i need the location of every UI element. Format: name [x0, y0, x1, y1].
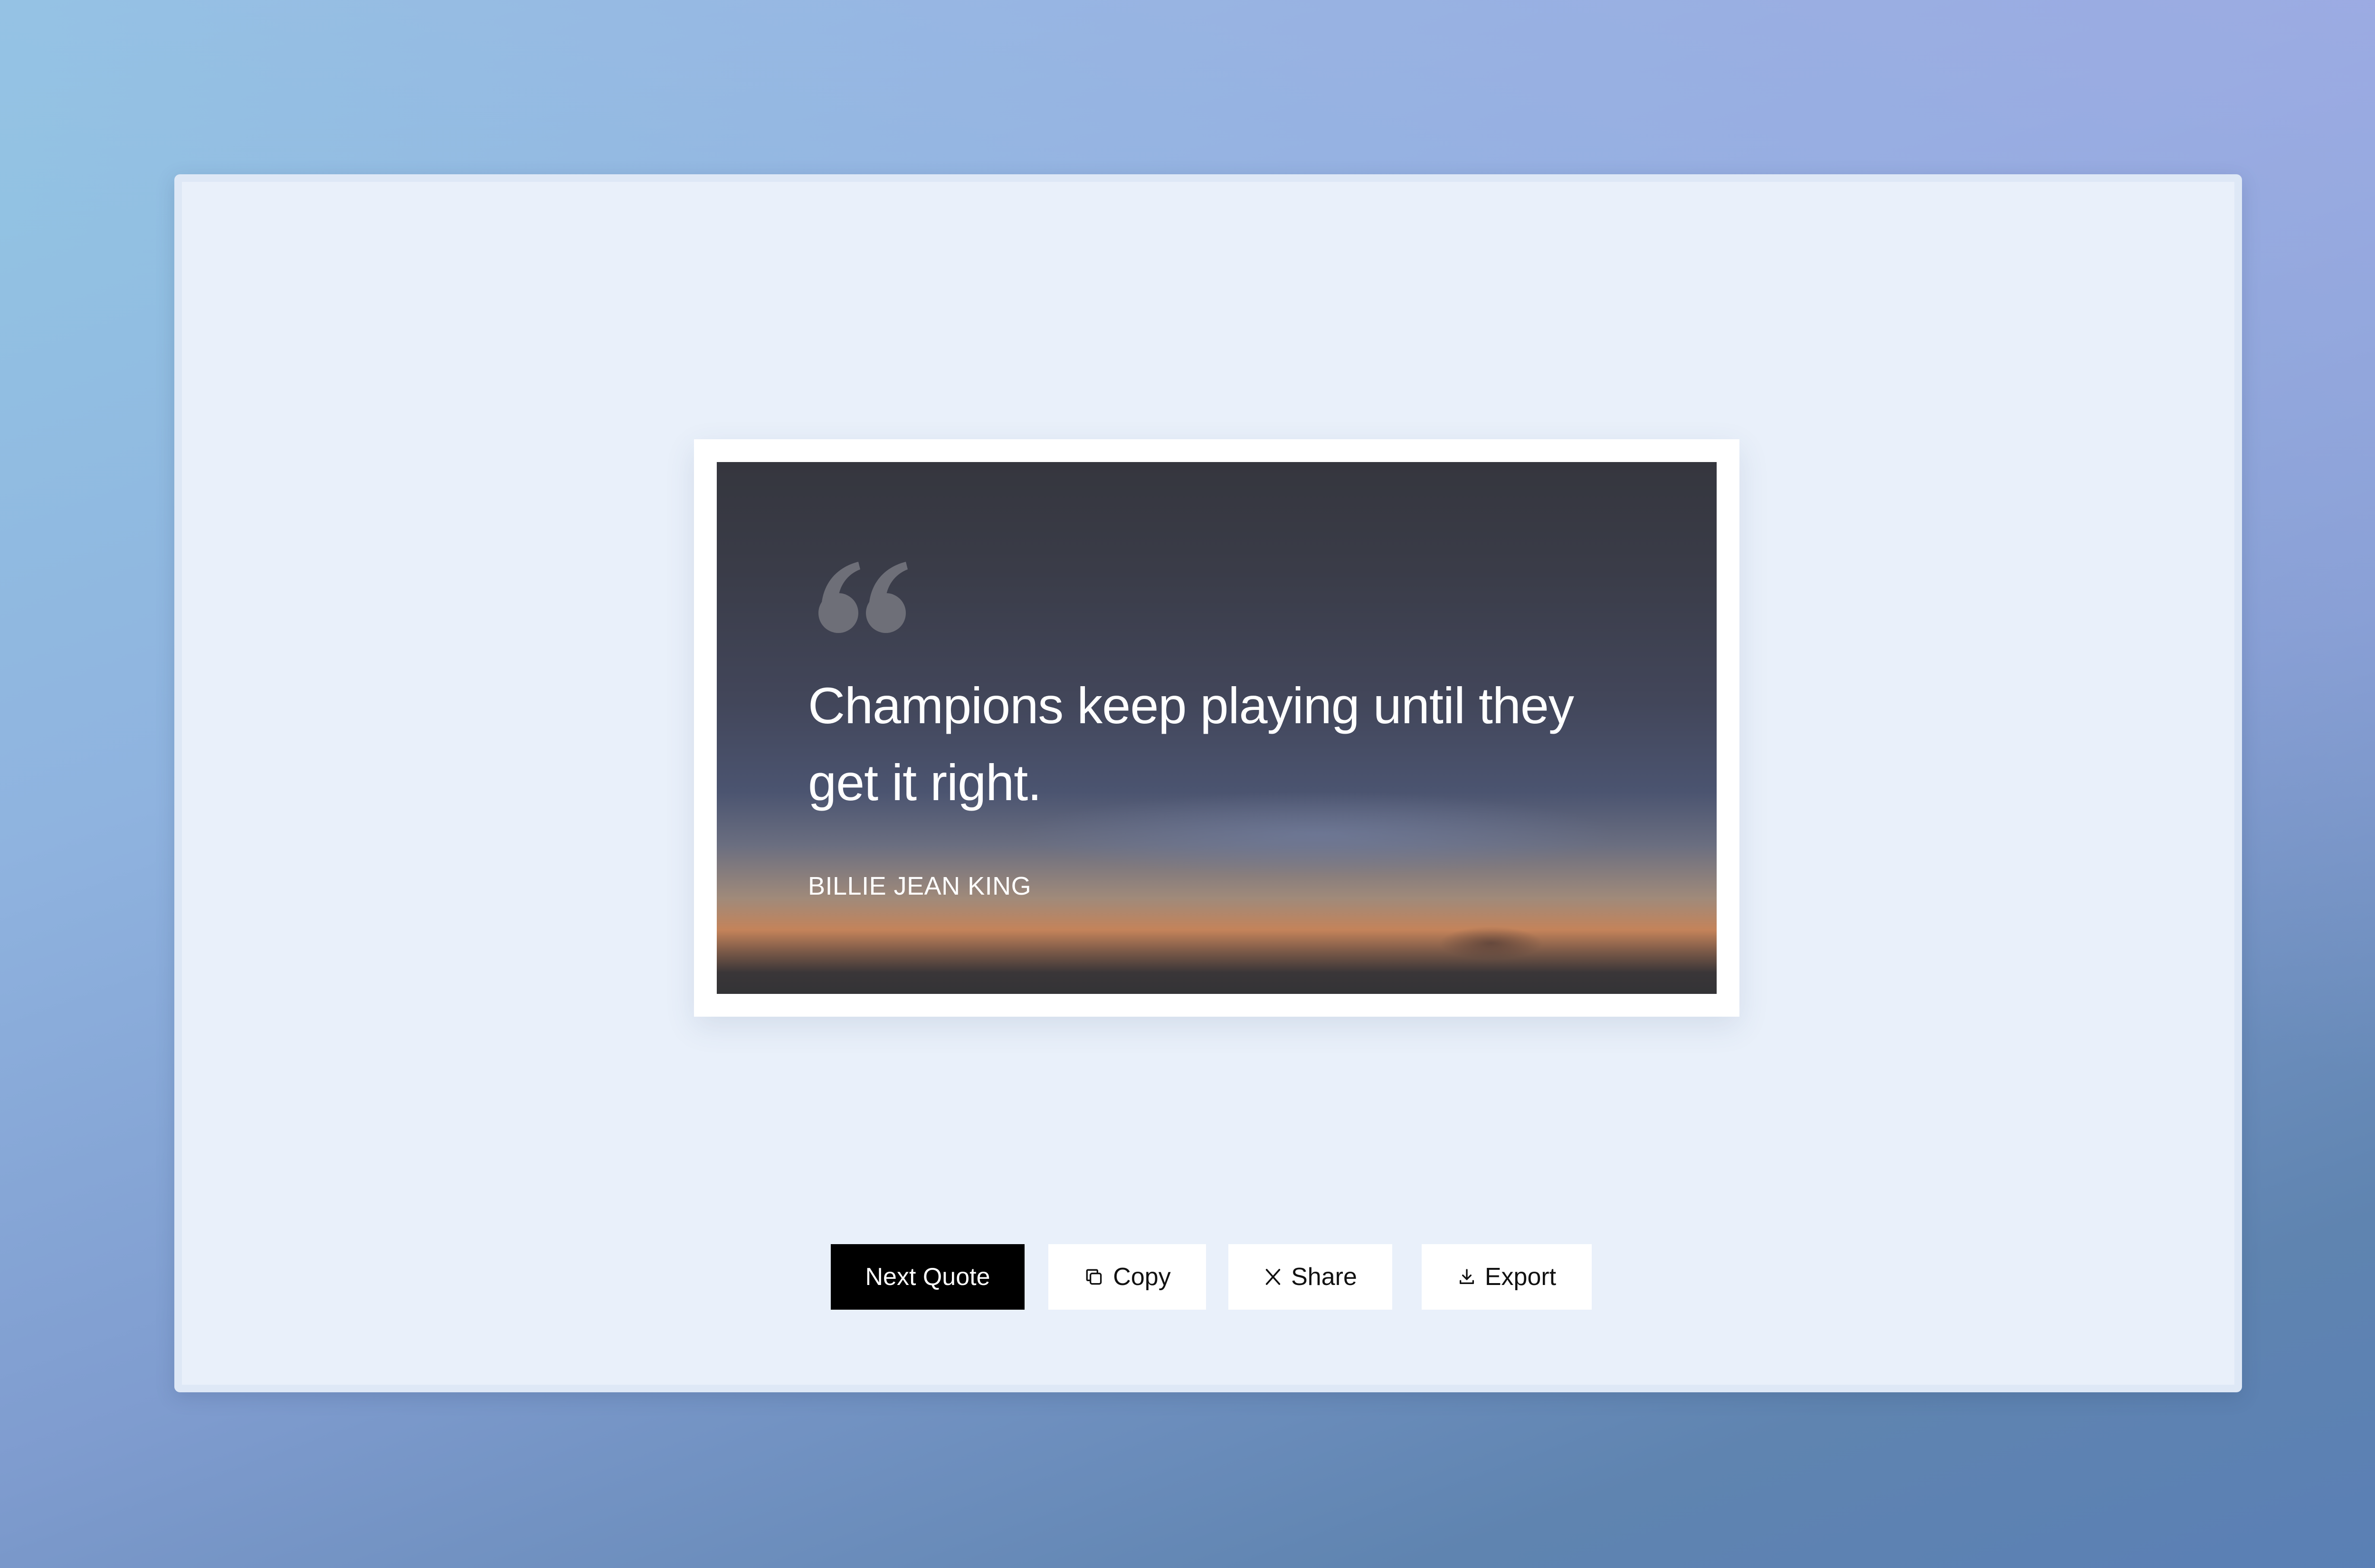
quote-text: Champions keep playing until they get it…: [808, 677, 1574, 811]
horizon-silhouette: [1439, 926, 1543, 960]
next-quote-label: Next Quote: [865, 1263, 990, 1291]
quote-card: Champions keep playing until they get it…: [694, 439, 1739, 1017]
export-button[interactable]: Export: [1422, 1244, 1592, 1310]
share-button[interactable]: Share: [1228, 1244, 1392, 1310]
copy-icon: [1086, 1269, 1102, 1285]
download-icon: [1459, 1269, 1474, 1284]
quote-author: BILLIE JEAN KING: [808, 872, 1032, 900]
app-window: Champions keep playing until they get it…: [174, 174, 2242, 1392]
quote-open-icon: [818, 562, 908, 633]
share-label: Share: [1291, 1263, 1357, 1291]
quote-panel: Champions keep playing until they get it…: [717, 462, 1717, 994]
action-bar: Next Quote Copy Share Export: [182, 1244, 2234, 1310]
next-quote-button[interactable]: Next Quote: [831, 1244, 1025, 1310]
export-label: Export: [1484, 1263, 1557, 1291]
x-logo-icon: [1265, 1269, 1281, 1285]
copy-button[interactable]: Copy: [1048, 1244, 1206, 1310]
copy-label: Copy: [1113, 1263, 1171, 1291]
